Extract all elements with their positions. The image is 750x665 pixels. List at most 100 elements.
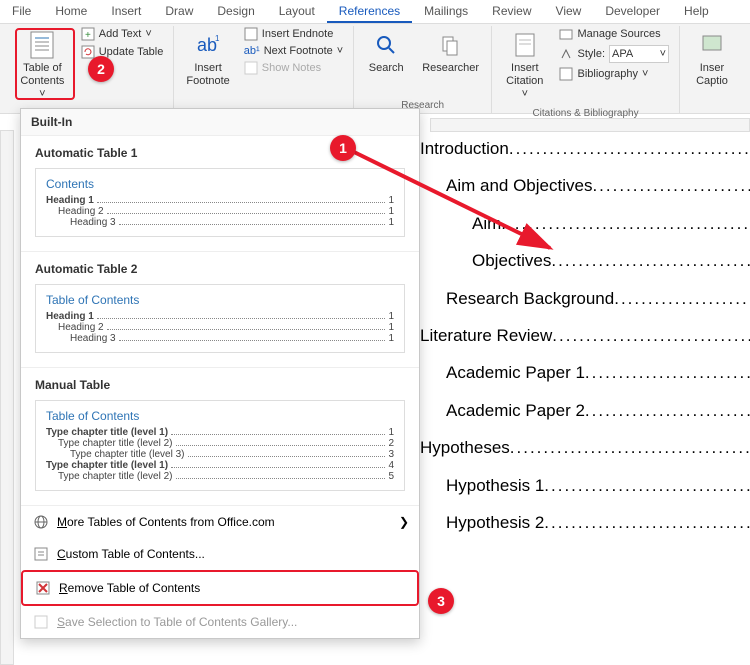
doc-heading: Academic Paper 2 .......................…	[420, 392, 750, 429]
doc-heading: Introduction ...........................…	[420, 130, 750, 167]
callout-3: 3	[428, 588, 454, 614]
preview-row: Type chapter title (level 2)2	[46, 438, 394, 449]
preview-title: Table of Contents	[46, 293, 394, 307]
footnote-icon: ab1	[194, 30, 222, 60]
remove-toc[interactable]: Remove Table of Contents	[21, 570, 419, 606]
preview-row: Heading 31	[46, 333, 394, 344]
search-button[interactable]: Search	[360, 26, 412, 79]
gallery-preview: Contents Heading 11Heading 21Heading 31	[35, 168, 405, 237]
insert-caption-button[interactable]: InserCaptio	[686, 26, 738, 92]
toc-gallery: Automatic Table 1ContentsHeading 11Headi…	[21, 136, 419, 506]
remove-toc-label: Remove Table of Contents	[59, 581, 200, 595]
chevron-right-icon: ❯	[399, 515, 409, 529]
style-button[interactable]: Style: APA˅	[555, 44, 673, 64]
gallery-item-title: Automatic Table 2	[35, 262, 405, 276]
preview-title: Contents	[46, 177, 394, 191]
insert-citation-button[interactable]: InsertCitation ˅	[498, 26, 551, 106]
gallery-item-title: Manual Table	[35, 378, 405, 392]
menu-review[interactable]: Review	[480, 0, 543, 23]
doc-heading: Hypothesis 1 ...........................…	[420, 467, 750, 504]
update-table-icon	[81, 45, 95, 59]
doc-heading: Academic Paper 1 .......................…	[420, 354, 750, 391]
menu-developer[interactable]: Developer	[593, 0, 672, 23]
ribbon-group-research: Search Researcher Research	[354, 26, 492, 113]
table-of-contents-button[interactable]: Table ofContents ˅	[12, 26, 73, 106]
more-toc-online[interactable]: More Tables of Contents from Office.com …	[21, 506, 419, 538]
menu-mailings[interactable]: Mailings	[412, 0, 480, 23]
insert-endnote-label: Insert Endnote	[262, 28, 334, 40]
gallery-item[interactable]: Automatic Table 1ContentsHeading 11Headi…	[21, 136, 419, 252]
menu-file[interactable]: File	[0, 0, 43, 23]
callout-1: 1	[330, 135, 356, 161]
doc-heading: Hypotheses .............................…	[420, 429, 750, 466]
update-table-label: Update Table	[99, 46, 164, 58]
more-toc-label: More Tables of Contents from Office.com	[57, 515, 275, 529]
preview-title: Table of Contents	[46, 409, 394, 423]
manage-sources-button[interactable]: Manage Sources	[555, 26, 673, 42]
menu-bar: File Home Insert Draw Design Layout Refe…	[0, 0, 750, 24]
doc-heading: Objectives .............................…	[420, 242, 750, 279]
preview-row: Heading 11	[46, 195, 394, 206]
custom-toc-label: Custom Table of Contents...	[57, 547, 205, 561]
insert-endnote-button[interactable]: Insert Endnote	[240, 26, 347, 42]
manage-sources-label: Manage Sources	[577, 28, 660, 40]
citation-icon	[511, 30, 539, 60]
svg-text:+: +	[85, 30, 91, 41]
preview-row: Type chapter title (level 3)3	[46, 449, 394, 460]
menu-view[interactable]: View	[544, 0, 594, 23]
preview-row: Heading 11	[46, 311, 394, 322]
callout-2: 2	[88, 56, 114, 82]
insert-footnote-button[interactable]: ab1 InsertFootnote	[180, 26, 235, 92]
add-text-label: Add Text	[99, 28, 142, 40]
endnote-icon	[244, 27, 258, 41]
doc-heading: Research Background ....................…	[420, 280, 750, 317]
menu-help[interactable]: Help	[672, 0, 721, 23]
preview-row: Heading 21	[46, 322, 394, 333]
menu-design[interactable]: Design	[205, 0, 266, 23]
custom-toc[interactable]: Custom Table of Contents...	[21, 538, 419, 570]
menu-draw[interactable]: Draw	[153, 0, 205, 23]
gallery-item[interactable]: Automatic Table 2 Table of Contents Headin…	[21, 252, 419, 368]
bibliography-button[interactable]: Bibliography ˅	[555, 66, 673, 82]
menu-references[interactable]: References	[327, 0, 412, 23]
menu-insert[interactable]: Insert	[99, 0, 153, 23]
preview-row: Heading 31	[46, 217, 394, 228]
insert-citation-label: InsertCitation ˅	[504, 62, 545, 102]
gallery-item[interactable]: Manual Table Table of Contents Type chapte…	[21, 368, 419, 506]
add-text-icon: +	[81, 27, 95, 41]
vertical-ruler	[0, 130, 14, 665]
doc-heading: Hypothesis 2 ...........................…	[420, 504, 750, 541]
style-select[interactable]: APA˅	[609, 45, 669, 63]
document-preview: Introduction ...........................…	[420, 130, 750, 541]
preview-row: Type chapter title (level 1)1	[46, 427, 394, 438]
menu-home[interactable]: Home	[43, 0, 99, 23]
researcher-label: Researcher	[422, 62, 479, 75]
remove-toc-icon	[35, 580, 51, 596]
doc-heading: Aim ....................................…	[420, 205, 750, 242]
next-footnote-button[interactable]: ab¹ Next Footnote ˅	[240, 44, 347, 58]
save-gallery-icon	[33, 614, 49, 630]
globe-icon	[33, 514, 49, 530]
researcher-button[interactable]: Researcher	[416, 26, 485, 79]
update-table-button[interactable]: Update Table	[77, 44, 168, 60]
save-selection-label: Save Selection to Table of Contents Gall…	[57, 615, 297, 629]
show-notes-label: Show Notes	[262, 62, 321, 74]
ribbon-group-citations: InsertCitation ˅ Manage Sources Style: A…	[492, 26, 680, 113]
caption-icon	[698, 30, 726, 60]
add-text-button[interactable]: + Add Text ˅	[77, 26, 168, 42]
preview-row: Type chapter title (level 2)5	[46, 471, 394, 482]
show-notes-icon	[244, 61, 258, 75]
insert-caption-label: InserCaptio	[696, 62, 728, 88]
preview-row: Heading 21	[46, 206, 394, 217]
menu-layout[interactable]: Layout	[267, 0, 327, 23]
manage-sources-icon	[559, 27, 573, 41]
preview-row: Type chapter title (level 1)4	[46, 460, 394, 471]
show-notes-button[interactable]: Show Notes	[240, 60, 347, 76]
svg-text:1: 1	[215, 34, 220, 43]
search-icon	[372, 30, 400, 60]
gallery-preview: Table of Contents Heading 11Heading 21Hea…	[35, 284, 405, 353]
doc-heading: Aim and Objectives .....................…	[420, 167, 750, 204]
toc-icon	[28, 30, 56, 60]
insert-footnote-label: InsertFootnote	[186, 62, 229, 88]
dropdown-builtin-header: Built-In	[21, 109, 419, 136]
